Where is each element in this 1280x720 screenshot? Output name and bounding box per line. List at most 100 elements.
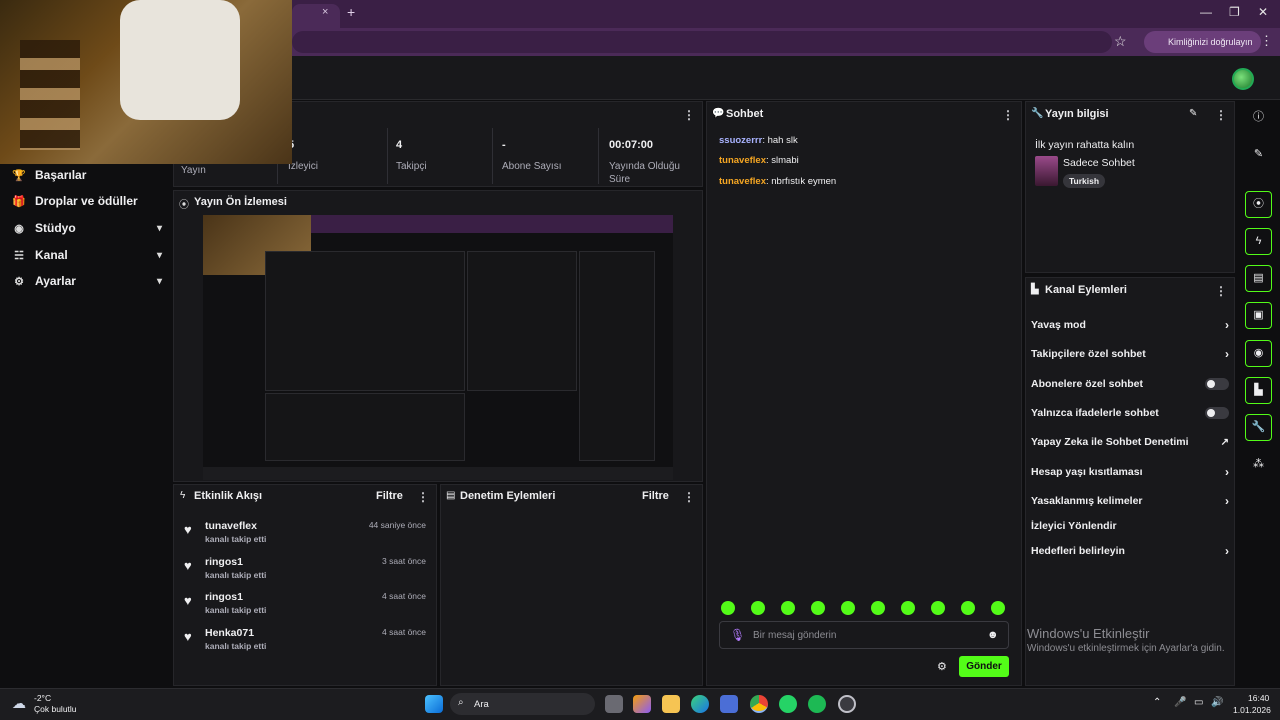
spotify-icon[interactable] — [808, 695, 826, 713]
feed-username[interactable]: ringos1 — [205, 591, 243, 603]
chat-username[interactable]: tunaveflex — [719, 176, 766, 187]
feed-username[interactable]: ringos1 — [205, 556, 243, 568]
channel-action-item[interactable]: Abonelere özel sohbet — [1031, 375, 1229, 393]
minimize-icon[interactable]: — — [1200, 5, 1212, 19]
category-thumbnail[interactable] — [1035, 156, 1058, 186]
edit-icon[interactable]: ✎ — [1245, 141, 1272, 168]
sidebar-item[interactable]: ◉ Stüdyo ▾ — [12, 217, 162, 239]
emoji-icon[interactable]: ☻ — [987, 629, 999, 641]
task-view-icon[interactable] — [605, 695, 623, 713]
chevron-right-icon[interactable]: › — [1225, 494, 1229, 508]
store-icon[interactable] — [720, 695, 738, 713]
emote-icon[interactable] — [901, 601, 915, 615]
whatsapp-icon[interactable] — [779, 695, 797, 713]
chat-username[interactable]: tunaveflex — [719, 155, 766, 166]
channel-action-item[interactable]: Yasaklanmış kelimeler › — [1031, 492, 1229, 510]
emote-icon[interactable] — [721, 601, 735, 615]
clock-time[interactable]: 16:40 — [1248, 693, 1269, 703]
preview-toggle-icon[interactable]: ⦿ — [1245, 191, 1272, 218]
feed-username[interactable]: Henka071 — [205, 627, 254, 639]
mic-tray-icon[interactable]: 🎤 — [1174, 697, 1186, 708]
chat-toggle-icon[interactable]: ▣ — [1245, 302, 1272, 329]
volume-icon[interactable]: 🔊 — [1211, 697, 1223, 708]
moderation-filter-button[interactable]: Filtre — [642, 490, 669, 502]
emote-icon[interactable] — [751, 601, 765, 615]
sidebar-item[interactable]: ☵ Kanal ▾ — [12, 244, 162, 266]
language-tag[interactable]: Turkish — [1063, 174, 1106, 188]
tab-close-icon[interactable]: × — [322, 6, 328, 18]
url-field[interactable] — [292, 31, 1112, 53]
channel-action-item[interactable]: Hedefleri belirleyin › — [1031, 542, 1229, 560]
emote-icon[interactable] — [991, 601, 1005, 615]
chat-settings-gear-icon[interactable]: ⚙ — [937, 660, 947, 673]
external-link-icon[interactable]: ↗ — [1221, 437, 1229, 448]
new-tab-icon[interactable]: + — [347, 4, 355, 20]
channel-action-item[interactable]: İzleyici Yönlendir — [1031, 517, 1229, 535]
tools-toggle-icon[interactable]: 🔧 — [1245, 414, 1272, 441]
chat-username[interactable]: ssuozerrr — [719, 135, 762, 146]
activity-filter-button[interactable]: Filtre — [376, 490, 403, 502]
stats-menu-icon[interactable]: ⋮ — [683, 108, 695, 122]
file-explorer-icon[interactable] — [662, 695, 680, 713]
chevron-down-icon[interactable]: ▾ — [157, 223, 162, 234]
chevron-right-icon[interactable]: › — [1225, 544, 1229, 558]
weather-cloud-icon[interactable]: ☁ — [12, 695, 26, 712]
emote-icon[interactable] — [871, 601, 885, 615]
stream-info-menu-icon[interactable]: ⋮ — [1215, 108, 1227, 122]
category-name[interactable]: Sadece Sohbet — [1063, 157, 1135, 169]
stream-preview[interactable] — [203, 215, 673, 480]
edit-pencil-icon[interactable]: ✎ — [1189, 108, 1197, 119]
send-button[interactable]: Gönder — [959, 656, 1009, 677]
chevron-right-icon[interactable]: › — [1225, 347, 1229, 361]
broadcast-toggle-icon[interactable]: ◉ — [1245, 340, 1272, 367]
info-icon[interactable]: ⓘ — [1245, 104, 1272, 131]
weather-desc[interactable]: Çok bulutlu — [34, 704, 77, 714]
actions-toggle-icon[interactable]: ▙ — [1245, 377, 1272, 404]
tray-chevron-icon[interactable]: ⌃ — [1153, 697, 1161, 708]
weather-temp[interactable]: -2°C — [34, 693, 51, 703]
taskbar-search[interactable] — [450, 693, 595, 715]
microphone-icon[interactable]: 🎙 — [730, 628, 745, 642]
channel-actions-menu-icon[interactable]: ⋮ — [1215, 284, 1227, 298]
chevron-down-icon[interactable]: ▾ — [157, 250, 162, 261]
browser-menu-icon[interactable]: ⋮ — [1260, 33, 1273, 49]
emote-icon[interactable] — [931, 601, 945, 615]
emote-icon[interactable] — [811, 601, 825, 615]
chat-menu-icon[interactable]: ⋮ — [1002, 108, 1014, 122]
copilot-icon[interactable] — [633, 695, 651, 713]
emote-icon[interactable] — [841, 601, 855, 615]
clock-date[interactable]: 1.01.2026 — [1233, 705, 1271, 715]
sidebar-item[interactable]: ⚙ Ayarlar ▾ — [12, 270, 162, 292]
toggle-switch[interactable] — [1205, 378, 1229, 390]
browser-tab[interactable] — [292, 4, 340, 28]
channel-action-item[interactable]: Takipçilere özel sohbet › — [1031, 345, 1229, 363]
integrations-icon[interactable]: ⁂ — [1245, 451, 1272, 478]
emote-icon[interactable] — [781, 601, 795, 615]
user-avatar[interactable] — [1232, 68, 1254, 90]
sidebar-item[interactable]: 🏆 Başarılar — [12, 164, 162, 186]
close-window-icon[interactable]: ✕ — [1258, 5, 1268, 19]
edge-icon[interactable] — [691, 695, 709, 713]
moderation-toggle-icon[interactable]: ▤ — [1245, 265, 1272, 292]
start-icon[interactable] — [425, 695, 443, 713]
toggle-switch[interactable] — [1205, 407, 1229, 419]
maximize-icon[interactable]: ❐ — [1229, 5, 1240, 19]
bookmark-star-icon[interactable]: ☆ — [1114, 33, 1127, 50]
sidebar-item[interactable]: 🎁 Droplar ve ödüller — [12, 190, 162, 212]
moderation-menu-icon[interactable]: ⋮ — [683, 490, 695, 504]
channel-action-item[interactable]: Yapay Zeka ile Sohbet Denetimi ↗ — [1031, 433, 1229, 451]
display-tray-icon[interactable]: ▭ — [1194, 697, 1203, 708]
feed-username[interactable]: tunaveflex — [205, 520, 257, 532]
channel-action-item[interactable]: Hesap yaşı kısıtlaması › — [1031, 463, 1229, 481]
channel-action-item[interactable]: Yavaş mod › — [1031, 316, 1229, 334]
activity-toggle-icon[interactable]: ϟ — [1245, 228, 1272, 255]
chevron-down-icon[interactable]: ▾ — [157, 276, 162, 287]
app-icon[interactable] — [838, 695, 856, 713]
chrome-icon[interactable] — [750, 695, 768, 713]
chevron-right-icon[interactable]: › — [1225, 318, 1229, 332]
verify-identity-button[interactable]: Kimliğinizi doğrulayın — [1144, 31, 1261, 53]
emote-icon[interactable] — [961, 601, 975, 615]
activity-menu-icon[interactable]: ⋮ — [417, 490, 429, 504]
chevron-right-icon[interactable]: › — [1225, 465, 1229, 479]
channel-action-item[interactable]: Yalnızca ifadelerle sohbet — [1031, 404, 1229, 422]
